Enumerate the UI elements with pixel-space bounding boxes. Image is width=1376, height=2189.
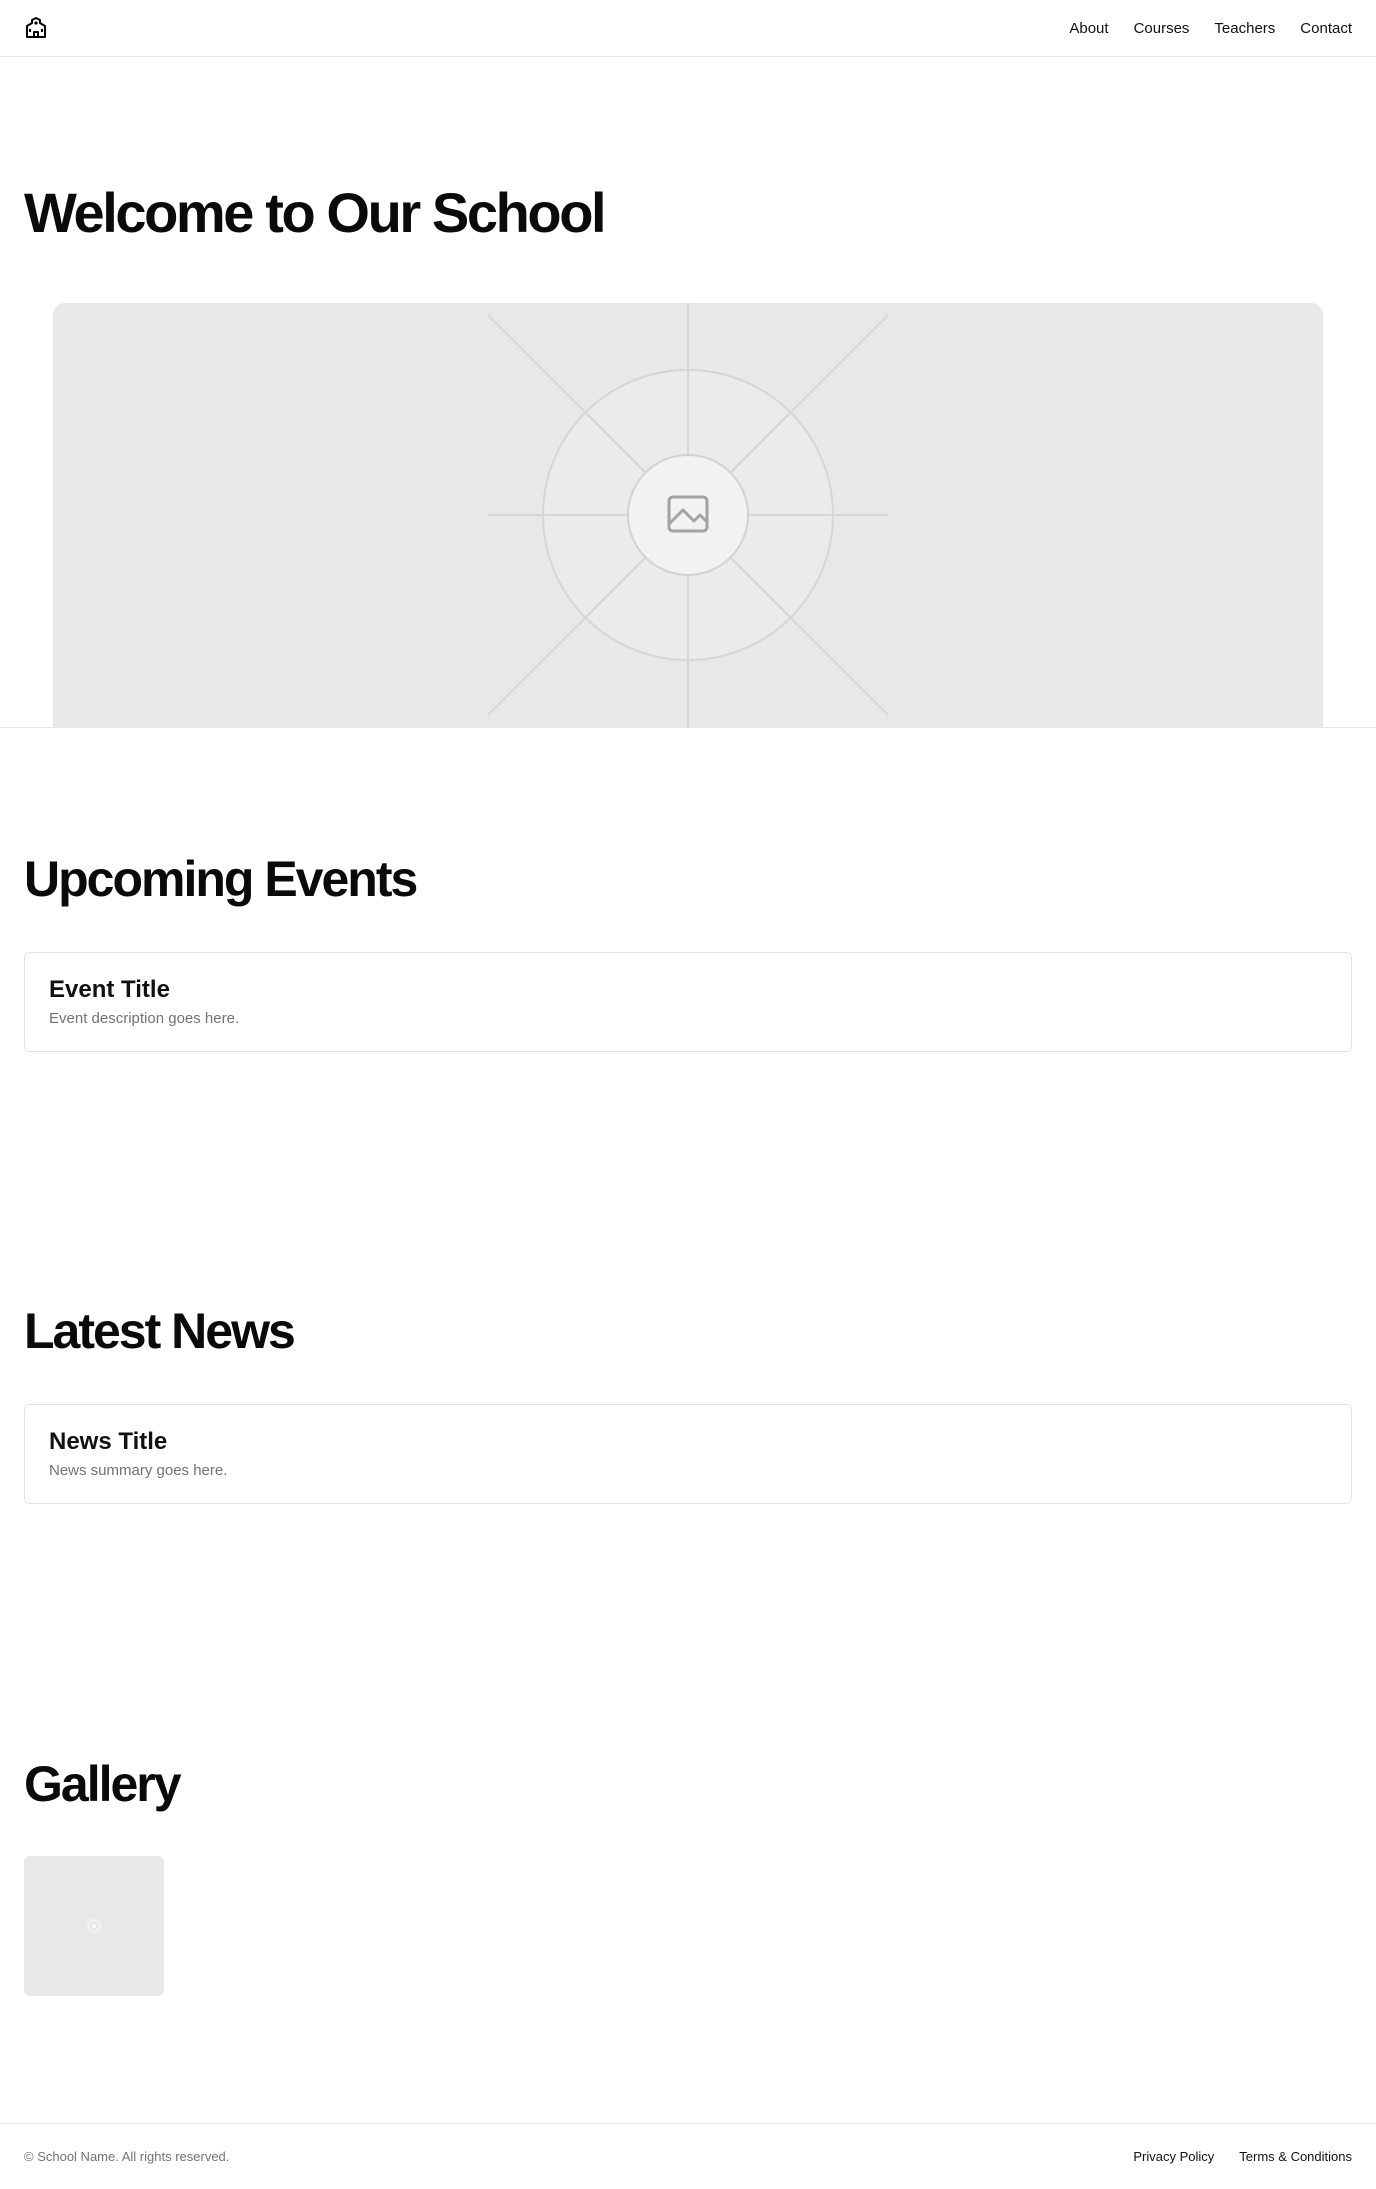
site-footer: © School Name. All rights reserved. Priv…	[0, 2123, 1376, 2189]
news-card[interactable]: News Title News summary goes here.	[24, 1404, 1352, 1504]
image-placeholder-icon	[487, 303, 889, 727]
page: About Courses Teachers Contact Welcome t…	[0, 0, 1376, 2189]
nav-courses-link[interactable]: Courses	[1134, 20, 1190, 37]
hero-title: Welcome to Our School	[24, 181, 607, 244]
event-title: Event Title	[49, 976, 170, 1003]
terms-link[interactable]: Terms & Conditions	[1239, 2149, 1352, 2164]
site-header: About Courses Teachers Contact	[0, 0, 1376, 57]
privacy-policy-link[interactable]: Privacy Policy	[1133, 2149, 1214, 2164]
event-card[interactable]: Event Title Event description goes here.	[24, 952, 1352, 1052]
school-building-icon[interactable]	[24, 15, 50, 41]
copyright-text: © School Name. All rights reserved.	[24, 2149, 230, 2164]
image-placeholder-icon	[86, 1918, 102, 1934]
main-nav: About Courses Teachers Contact	[1069, 20, 1352, 37]
news-summary: News summary goes here.	[49, 1462, 228, 1479]
nav-about-link[interactable]: About	[1069, 20, 1108, 37]
gallery-section-title: Gallery	[24, 1756, 182, 1812]
event-description: Event description goes here.	[49, 1010, 240, 1027]
events-section-title: Upcoming Events	[24, 851, 418, 907]
hero-image	[53, 303, 1323, 727]
section-divider	[0, 727, 1376, 728]
news-section-title: Latest News	[24, 1303, 296, 1359]
footer-links: Privacy Policy Terms & Conditions	[1133, 2149, 1352, 2164]
gallery-item[interactable]	[24, 1856, 164, 1996]
nav-teachers-link[interactable]: Teachers	[1214, 20, 1275, 37]
news-title: News Title	[49, 1428, 168, 1455]
nav-contact-link[interactable]: Contact	[1300, 20, 1352, 37]
